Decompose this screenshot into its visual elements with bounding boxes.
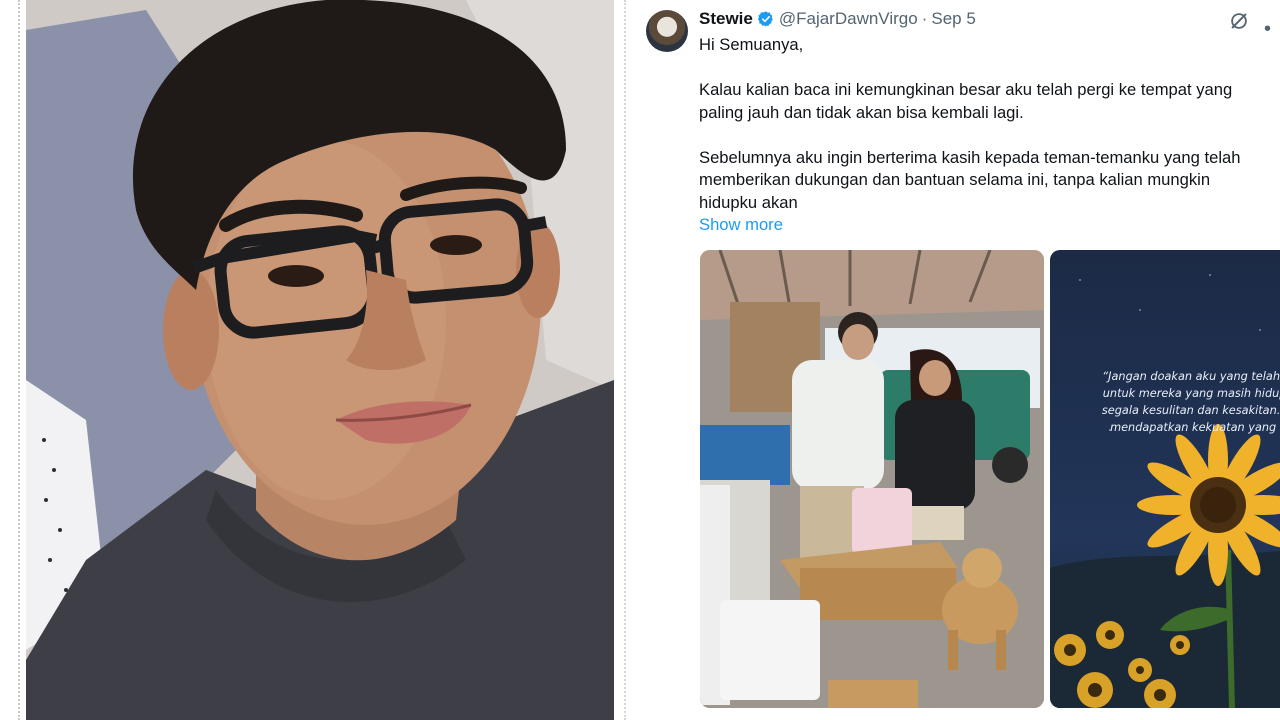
quote-line: segala kesulitan dan kesakitan. Se [1101,404,1280,417]
tweet-media-photo-2[interactable]: “Jangan doakan aku yang telah pe untuk m… [1050,250,1280,708]
author-display-name[interactable]: Stewie [699,9,753,29]
quote-line: “Jangan doakan aku yang telah pe [1102,370,1280,383]
tweet-gutter [614,0,640,720]
tweet-line: memberikan dukungan dan bantuan selama i… [699,170,1211,189]
quote-line: mendapatkan kekuatan yang le [1110,421,1280,434]
author-avatar[interactable] [646,10,688,52]
quote-line: untuk mereka yang masih hidup p [1102,387,1280,400]
selfie-illustration [26,0,614,720]
tweet-media-photo-1[interactable] [700,250,1044,708]
tweet-header: Stewie @FajarDawnVirgo · Sep 5 [699,9,976,29]
tweet-line: Hi Semuanya, [699,35,804,54]
media-photo-2-illustration [1050,274,1280,708]
tweet-text: Hi Semuanya, Kalau kalian baca ini kemun… [699,34,1259,237]
left-margin [0,0,24,720]
more-options-icon[interactable]: • [1264,18,1272,41]
selfie-photo [26,0,614,720]
media-quote-text: “Jangan doakan aku yang telah pe untuk m… [1080,368,1280,436]
tweet-date[interactable]: Sep 5 [931,9,975,29]
header-separator: · [921,9,928,28]
tweet-line: Kalau kalian baca ini kemungkinan besar … [699,80,1233,99]
verified-badge-icon [757,11,773,27]
author-handle[interactable]: @FajarDawnVirgo [779,9,918,29]
media-photo-1-illustration [700,250,1044,708]
tweet-line: hidupku akan [699,192,798,212]
grok-icon[interactable] [1228,10,1250,32]
show-more-link[interactable]: Show more [699,214,1259,237]
tweet-line: paling jauh dan tidak akan bisa kembali … [699,102,1024,122]
tweet-card[interactable]: Stewie @FajarDawnVirgo · Sep 5 • Hi Semu… [640,0,1280,720]
tweet-line: Sebelumnya aku ingin berterima kasih kep… [699,147,1241,167]
